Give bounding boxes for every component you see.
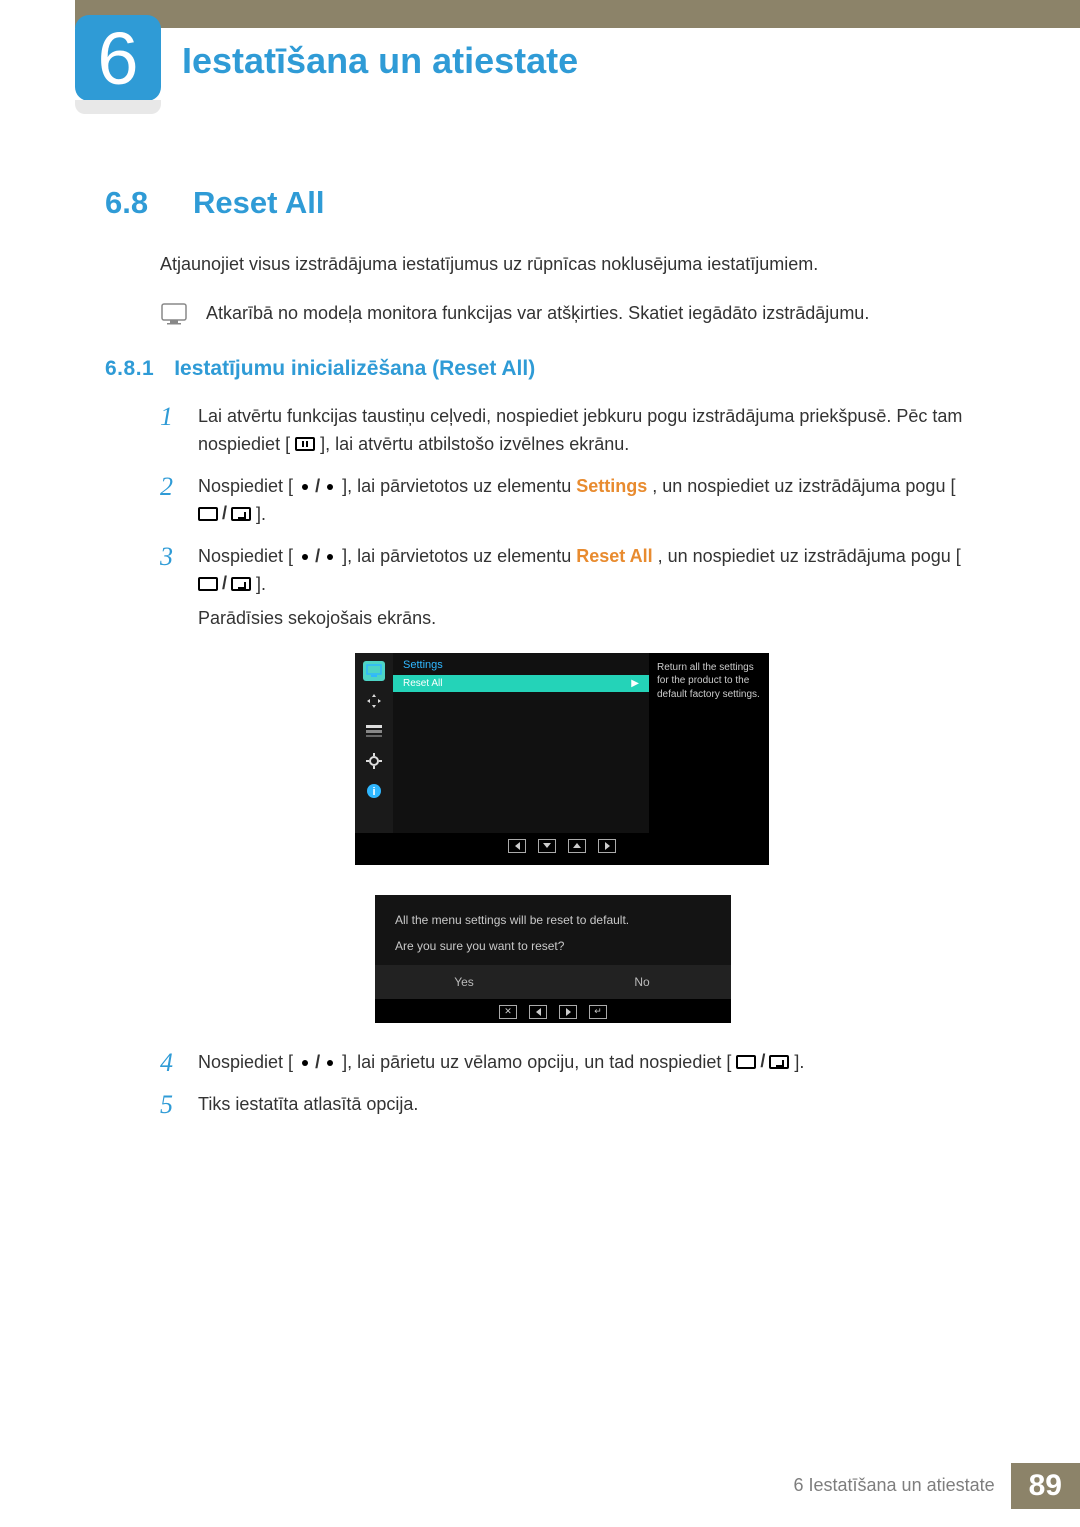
nav-left-icon (508, 839, 526, 853)
step-2: 2 Nospiediet [ / ], lai pārvietotos uz e… (160, 473, 1010, 529)
osd-sidebar: i (355, 653, 393, 833)
nav-up-icon (568, 839, 586, 853)
step-4: 4 Nospiediet [ / ], lai pārietu uz vēlam… (160, 1049, 1010, 1078)
step-body: Nospiediet [ / ], lai pārvietotos uz ele… (198, 543, 1010, 633)
step-number: 2 (160, 473, 178, 529)
text: ]. (256, 574, 266, 594)
move-icon (363, 691, 385, 711)
note-text: Atkarībā no modeļa monitora funkcijas va… (206, 300, 869, 327)
text: ], lai pārietu uz vēlamo opciju, un tad … (342, 1052, 731, 1072)
dot-icon (302, 554, 308, 560)
osd-nav-row: ✕ ↵ (375, 999, 731, 1023)
osd-screenshots: i Settings Reset All ▶ Return all the se… (195, 653, 795, 1023)
step-number: 1 (160, 403, 178, 459)
text: Nospiediet [ (198, 546, 293, 566)
chapter-number: 6 (97, 16, 138, 101)
section-title: Reset All (193, 185, 325, 221)
osd-nav-row (355, 833, 769, 857)
text: ], lai atvērtu atbilstošo izvēlnes ekrān… (320, 434, 629, 454)
osd-menu-title: Settings (393, 653, 649, 675)
tab-shadow (75, 100, 161, 114)
nav-right-icon (559, 1005, 577, 1019)
osd-confirm-dialog: All the menu settings will be reset to d… (375, 895, 731, 1023)
section-heading: 6.8 Reset All (105, 185, 1010, 221)
footer-text: 6 Iestatīšana un atiestate (777, 1463, 1010, 1509)
subsection-number: 6.8.1 (105, 357, 154, 381)
highlight-settings: Settings (576, 476, 647, 496)
text: Parādīsies sekojošais ekrāns. (198, 608, 436, 628)
chapter-title: Iestatīšana un atiestate (182, 40, 578, 82)
highlight-resetall: Reset All (576, 546, 652, 566)
nav-right-icon (598, 839, 616, 853)
content: 6.8 Reset All Atjaunojiet visus izstrādā… (105, 185, 1010, 1134)
text: ]. (794, 1052, 804, 1072)
step-3: 3 Nospiediet [ / ], lai pārvietotos uz e… (160, 543, 1010, 633)
dialog-buttons: Yes No (375, 965, 731, 999)
dot-icon (302, 1060, 308, 1066)
osd-description: Return all the settings for the product … (649, 653, 769, 833)
dot-icon (327, 484, 333, 490)
nav-down-icon (538, 839, 556, 853)
note: Atkarībā no modeļa monitora funkcijas va… (160, 300, 1010, 327)
subsection-title: Iestatījumu inicializēšana (Reset All) (174, 357, 535, 381)
menu-icon (295, 437, 315, 451)
text: ], lai pārvietotos uz elementu (342, 546, 576, 566)
source-enter-icon: / (198, 570, 251, 598)
gear-icon (363, 751, 385, 771)
nav-close-icon: ✕ (499, 1005, 517, 1019)
step-body: Nospiediet [ / ], lai pārietu uz vēlamo … (198, 1049, 1010, 1078)
topbar (75, 0, 1080, 28)
step-number: 3 (160, 543, 178, 633)
source-enter-icon: / (198, 500, 251, 528)
footer: 6 Iestatīšana un atiestate 89 (777, 1463, 1080, 1509)
list-icon (363, 721, 385, 741)
dialog-no-button: No (553, 965, 731, 999)
osd-menu-row-resetall: Reset All ▶ (393, 675, 649, 692)
dot-icon (327, 554, 333, 560)
step-5: 5 Tiks iestatīta atlasītā opcija. (160, 1091, 1010, 1120)
dot-icon (327, 1060, 333, 1066)
monitor-icon (363, 661, 385, 681)
section-intro: Atjaunojiet visus izstrādājuma iestatīju… (160, 251, 1010, 278)
svg-text:i: i (372, 786, 375, 798)
section-number: 6.8 (105, 185, 165, 221)
text: ]. (256, 504, 266, 524)
text: Nospiediet [ (198, 476, 293, 496)
page-number: 89 (1011, 1463, 1080, 1509)
step-body: Nospiediet [ / ], lai pārvietotos uz ele… (198, 473, 1010, 529)
dialog-yes-button: Yes (375, 965, 553, 999)
text: , un nospiediet uz izstrādājuma pogu [ (652, 476, 955, 496)
dialog-line2: Are you sure you want to reset? (395, 937, 711, 955)
chapter-number-tab: 6 (75, 15, 161, 101)
chevron-right-icon: ▶ (631, 678, 639, 689)
source-enter-icon: / (736, 1048, 789, 1076)
osd-settings-panel: i Settings Reset All ▶ Return all the se… (355, 653, 769, 865)
step-number: 4 (160, 1049, 178, 1078)
subsection-heading: 6.8.1 Iestatījumu inicializēšana (Reset … (105, 357, 1010, 381)
step-body: Lai atvērtu funkcijas taustiņu ceļvedi, … (198, 403, 1010, 459)
nav-enter-icon: ↵ (589, 1005, 607, 1019)
text: Nospiediet [ (198, 1052, 293, 1072)
osd-menu-column: Settings Reset All ▶ (393, 653, 649, 833)
text: ], lai pārvietotos uz elementu (342, 476, 576, 496)
nav-left-icon (529, 1005, 547, 1019)
osd-row-label: Reset All (403, 678, 442, 689)
dot-icon (302, 484, 308, 490)
note-icon (160, 300, 188, 327)
step-1: 1 Lai atvērtu funkcijas taustiņu ceļvedi… (160, 403, 1010, 459)
step-number: 5 (160, 1091, 178, 1120)
info-icon: i (363, 781, 385, 801)
dialog-line1: All the menu settings will be reset to d… (395, 911, 711, 929)
text: , un nospiediet uz izstrādājuma pogu [ (658, 546, 961, 566)
step-body: Tiks iestatīta atlasītā opcija. (198, 1091, 1010, 1120)
